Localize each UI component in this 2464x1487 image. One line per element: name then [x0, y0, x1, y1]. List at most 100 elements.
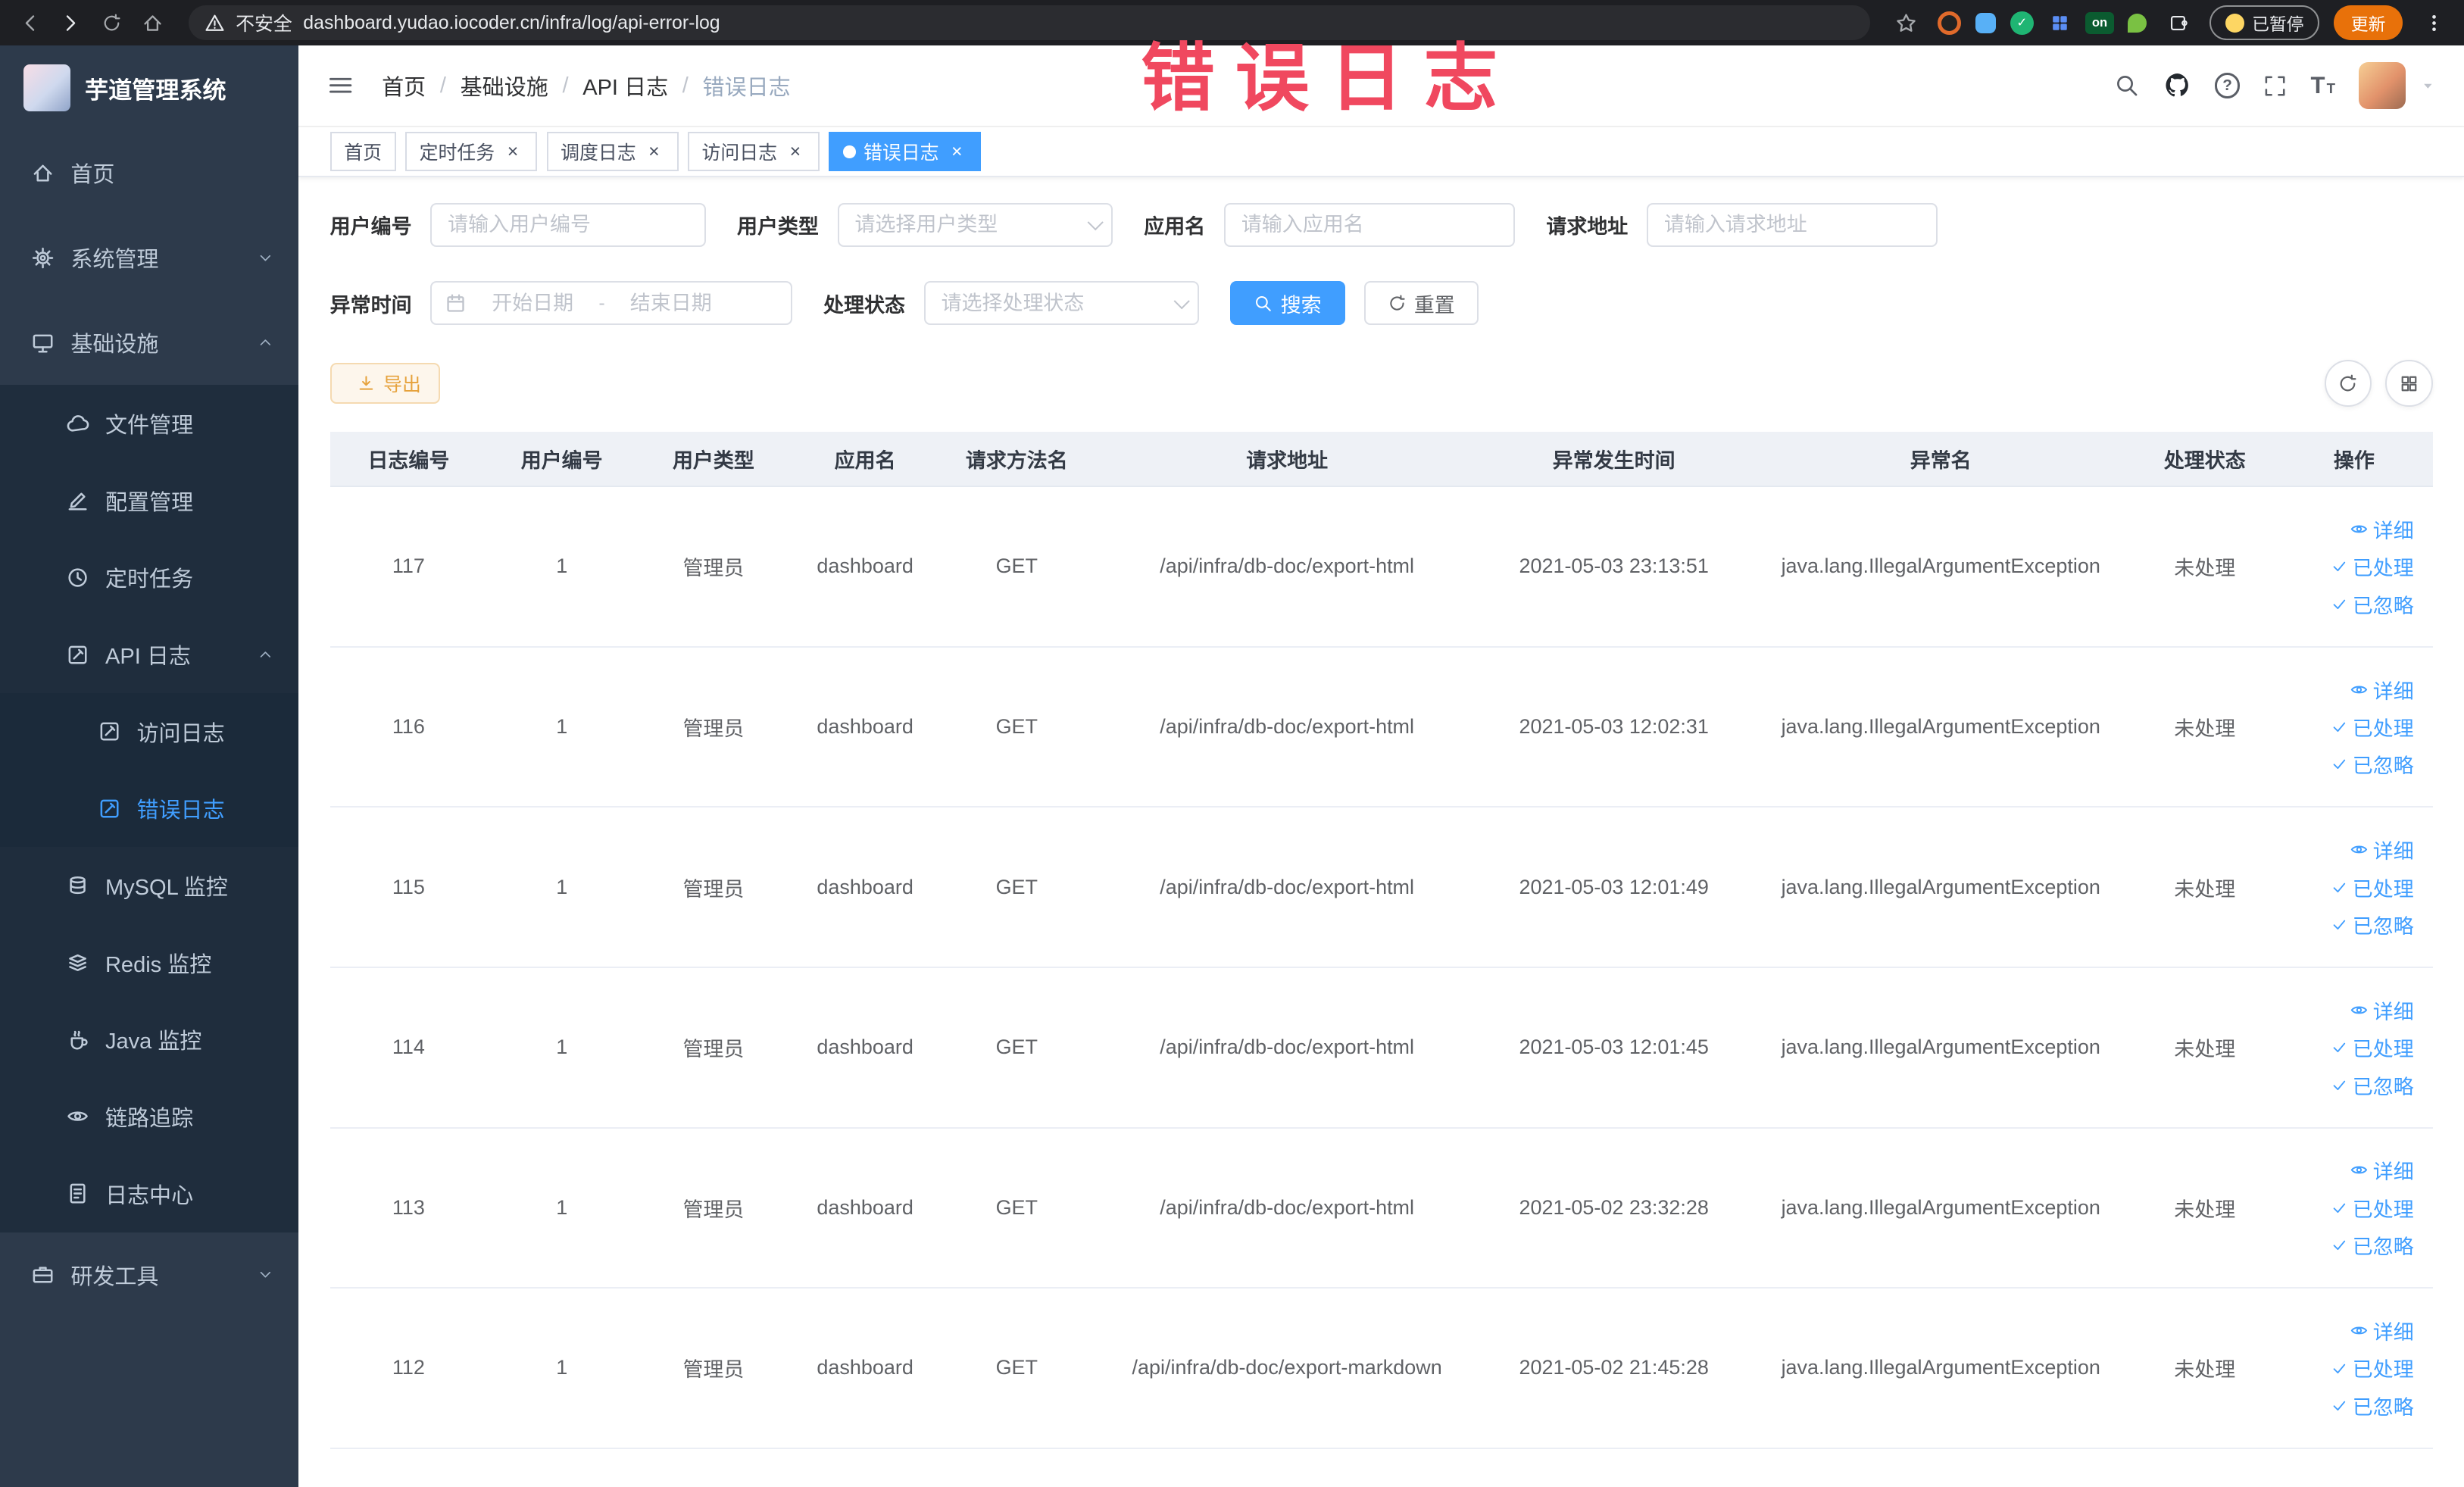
sidebar-item-mysql-monitor[interactable]: MySQL 监控 — [0, 847, 299, 924]
process-status-select[interactable] — [923, 281, 1199, 326]
extension-icon[interactable] — [1938, 11, 1962, 35]
extension-badge-on[interactable]: on — [2085, 11, 2114, 34]
cell-status: 未处理 — [2174, 557, 2236, 580]
user-type-select[interactable] — [837, 202, 1113, 247]
table-row: 115 1 管理员 dashboard GET /api/infra/db-do… — [329, 808, 2433, 968]
breadcrumb-item[interactable]: 基础设施 — [461, 70, 548, 102]
update-button[interactable]: 更新 — [2333, 5, 2403, 40]
user-id-input[interactable] — [430, 202, 706, 247]
sidebar-item-home[interactable]: 首页 — [0, 130, 298, 215]
breadcrumb-separator: / — [439, 73, 446, 98]
help-icon[interactable] — [2215, 73, 2241, 98]
start-date-input[interactable] — [476, 291, 589, 315]
menu-kebab-icon[interactable] — [2417, 5, 2452, 40]
sidebar-item-scheduled-task[interactable]: 定时任务 — [0, 539, 299, 617]
chevron-down-icon[interactable] — [2420, 78, 2436, 94]
user-type-select-input[interactable] — [837, 202, 1113, 247]
sidebar-item-access-log[interactable]: 访问日志 — [0, 692, 299, 770]
search-button[interactable]: 搜索 — [1230, 281, 1345, 326]
font-size-icon[interactable] — [2311, 72, 2335, 99]
sidebar-item-dev-tools[interactable]: 研发工具 — [0, 1232, 298, 1317]
close-icon[interactable] — [644, 142, 664, 162]
breadcrumb-item[interactable]: 首页 — [382, 70, 426, 102]
processed-link[interactable]: 已处理 — [2331, 551, 2414, 581]
app-name-input[interactable] — [1224, 202, 1515, 247]
sidebar-item-java-monitor[interactable]: Java 监控 — [0, 1001, 299, 1079]
processed-link[interactable]: 已处理 — [2331, 873, 2414, 902]
forward-button[interactable] — [54, 5, 89, 40]
ignored-link[interactable]: 已忽略 — [2331, 910, 2414, 939]
extension-icon[interactable] — [1975, 12, 1997, 33]
tab-error-log[interactable]: 错误日志 — [829, 132, 982, 172]
sidebar-item-system-management[interactable]: 系统管理 — [0, 215, 298, 300]
ignored-link[interactable]: 已忽略 — [2331, 589, 2414, 619]
sidebar-fold-icon[interactable] — [327, 72, 354, 98]
browser-home-button[interactable] — [135, 5, 170, 40]
chevron-down-icon — [258, 250, 273, 266]
tab-schedule-log[interactable]: 调度日志 — [546, 132, 679, 172]
back-button[interactable] — [13, 5, 48, 40]
cell-log-id: 113 — [392, 1195, 425, 1219]
sidebar-item-infrastructure[interactable]: 基础设施 — [0, 300, 298, 385]
column-header: 日志编号 — [367, 449, 450, 473]
address-bar[interactable]: 不安全 dashboard.yudao.iocoder.cn/infra/log… — [188, 5, 1871, 40]
sidebar-item-trace[interactable]: 链路追踪 — [0, 1078, 299, 1155]
process-status-select-input[interactable] — [923, 281, 1199, 326]
search-icon[interactable] — [2114, 73, 2139, 98]
close-icon[interactable] — [947, 142, 967, 162]
tab-timed-task[interactable]: 定时任务 — [405, 132, 538, 172]
tab-access-log[interactable]: 访问日志 — [687, 132, 820, 172]
processed-link[interactable]: 已处理 — [2331, 1032, 2414, 1062]
breadcrumb-item[interactable]: API 日志 — [582, 70, 668, 102]
paused-badge[interactable]: 已暂停 — [2209, 5, 2320, 40]
user-avatar[interactable] — [2359, 61, 2406, 110]
extension-icon[interactable] — [2048, 11, 2072, 35]
sidebar-item-file-management[interactable]: 文件管理 — [0, 385, 299, 462]
export-button[interactable]: 导出 — [329, 363, 440, 405]
detail-link[interactable]: 详细 — [2350, 835, 2414, 864]
sidebar-item-config-management[interactable]: 配置管理 — [0, 461, 299, 539]
extensions-puzzle-icon[interactable] — [2161, 5, 2196, 40]
end-date-input[interactable] — [614, 291, 728, 315]
request-url-label: 请求地址 — [1546, 215, 1629, 239]
ignored-link[interactable]: 已忽略 — [2331, 1391, 2414, 1420]
processed-link[interactable]: 已处理 — [2331, 1353, 2414, 1382]
ignored-link[interactable]: 已忽略 — [2331, 1230, 2414, 1260]
app-logo[interactable]: 芋道管理系统 — [0, 45, 298, 130]
fullscreen-icon[interactable] — [2263, 74, 2287, 98]
check-icon — [2331, 558, 2348, 575]
cell-app-name: dashboard — [817, 555, 913, 578]
processed-link[interactable]: 已处理 — [2331, 712, 2414, 742]
exception-time-range[interactable]: - — [430, 281, 792, 326]
detail-link[interactable]: 详细 — [2350, 675, 2414, 704]
reload-button[interactable] — [94, 5, 129, 40]
tab-home[interactable]: 首页 — [329, 132, 396, 172]
edit-square-icon — [98, 720, 121, 743]
ignored-link[interactable]: 已忽略 — [2331, 1070, 2414, 1100]
detail-link[interactable]: 详细 — [2350, 1155, 2414, 1185]
github-icon[interactable] — [2163, 71, 2191, 99]
sidebar-item-label: 日志中心 — [105, 1183, 194, 1208]
refresh-button[interactable] — [2324, 360, 2372, 408]
request-url-input[interactable] — [1647, 202, 1938, 247]
cell-exception: java.lang.IllegalArgumentException — [1781, 1356, 2100, 1379]
detail-link[interactable]: 详细 — [2350, 1316, 2414, 1345]
sidebar-item-error-log[interactable]: 错误日志 — [0, 770, 299, 848]
ignored-link[interactable]: 已忽略 — [2331, 749, 2414, 779]
main-area: 首页 / 基础设施 / API 日志 / 错误日志 ? T T 首页 定时任务 … — [298, 45, 2464, 1487]
detail-link[interactable]: 详细 — [2350, 514, 2414, 544]
close-icon[interactable] — [785, 142, 805, 162]
sidebar-item-log-center[interactable]: 日志中心 — [0, 1154, 299, 1232]
detail-link[interactable]: 详细 — [2350, 995, 2414, 1025]
extension-icon[interactable] — [2010, 11, 2034, 35]
bookmark-star-icon[interactable] — [1889, 5, 1924, 40]
sidebar-item-redis-monitor[interactable]: Redis 监控 — [0, 923, 299, 1001]
refresh-icon — [1388, 294, 1407, 313]
extension-icon[interactable] — [2128, 13, 2147, 33]
column-settings-button[interactable] — [2385, 360, 2433, 408]
close-icon[interactable] — [503, 142, 523, 162]
sidebar-item-api-log[interactable]: API 日志 — [0, 616, 299, 693]
reset-button[interactable]: 重置 — [1363, 281, 1479, 326]
cell-app-name: dashboard — [817, 714, 913, 738]
processed-link[interactable]: 已处理 — [2331, 1193, 2414, 1223]
